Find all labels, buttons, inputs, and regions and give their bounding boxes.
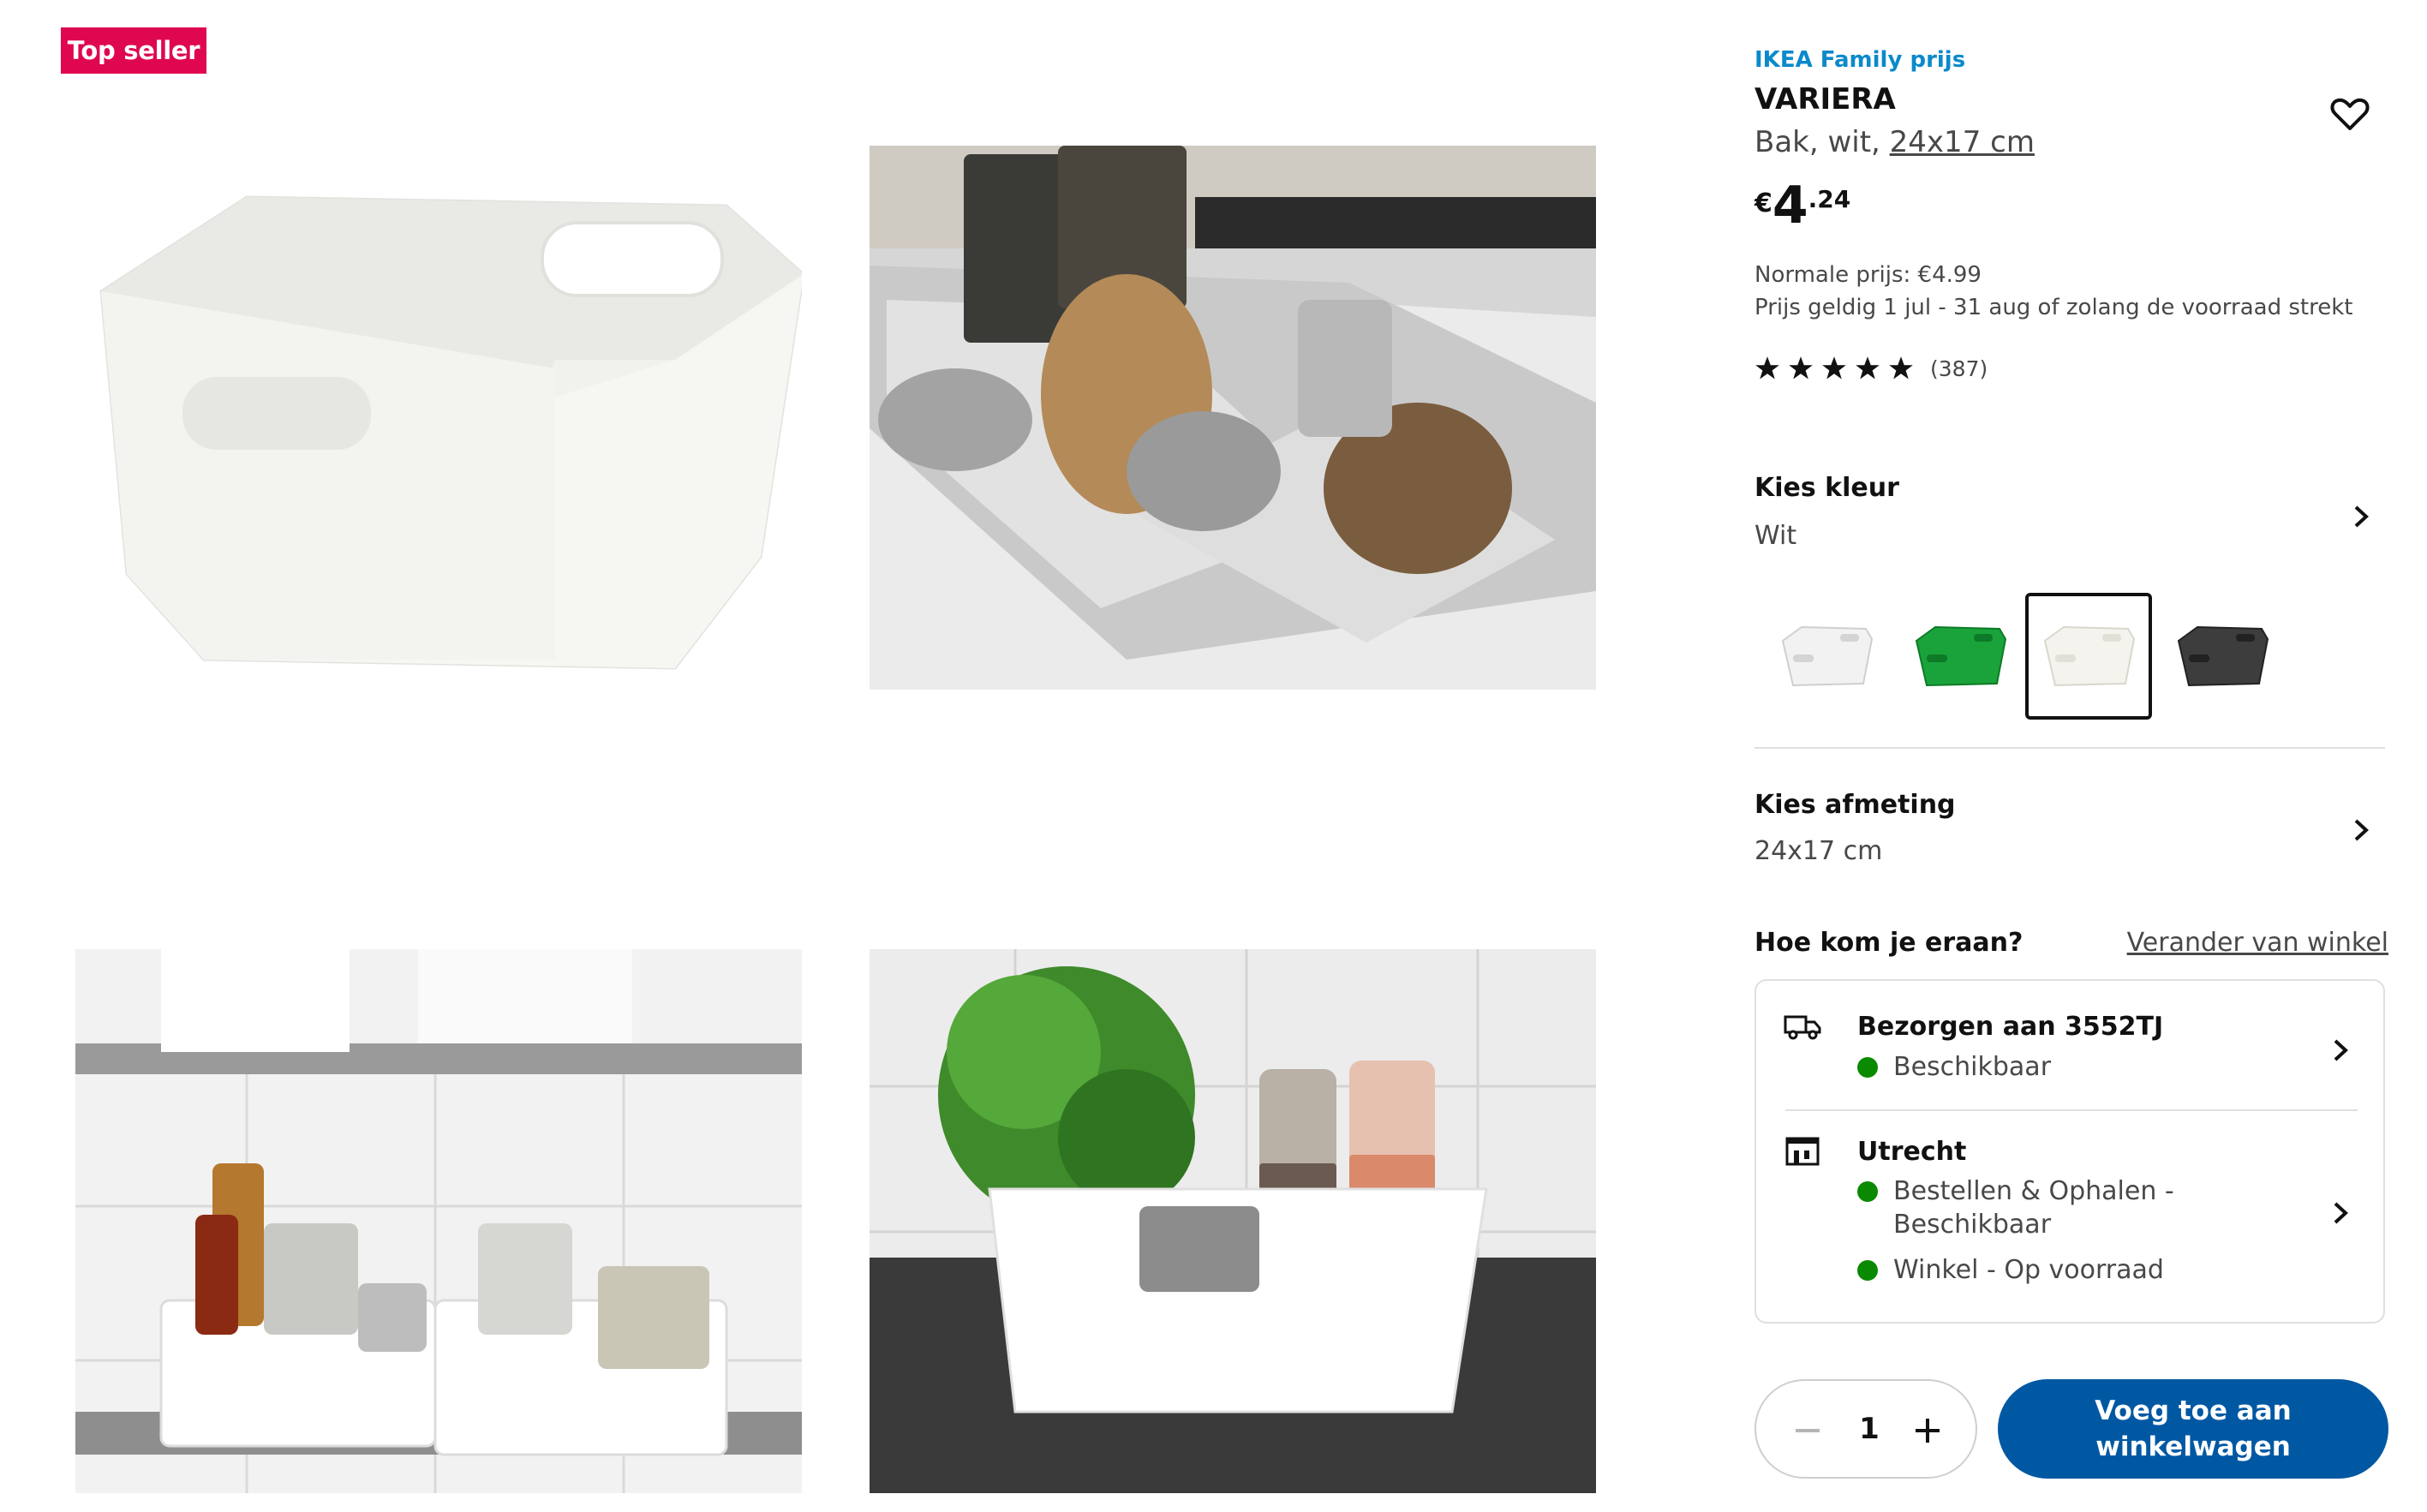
chevron-right-icon[interactable] (2346, 816, 2375, 845)
chevron-right-icon[interactable] (2325, 1036, 2354, 1065)
status-dot-icon (1857, 1057, 1878, 1078)
availability-title: Hoe kom je eraan? (1754, 928, 2023, 958)
price-currency: € (1754, 188, 1772, 218)
divider (1785, 1109, 2358, 1111)
dark-grey-bin-thumb (2177, 625, 2269, 687)
product-info-panel: IKEA Family prijs VARIERA Bak, wit, 24x1… (1754, 0, 2388, 1512)
store-stock-status: Winkel - Op voorraad (1857, 1255, 2164, 1285)
divider (1754, 747, 2385, 749)
shelf-illustration (75, 949, 802, 1493)
status-dot-icon (1857, 1260, 1878, 1281)
store-line2: Winkel - Op voorraad (1893, 1255, 2164, 1285)
top-seller-badge: Top seller (61, 27, 206, 74)
swatch-off-white[interactable] (2025, 593, 2152, 720)
add-to-cart-button[interactable]: Voeg toe aan winkelwagen (1998, 1379, 2388, 1479)
favourite-heart-icon[interactable] (2328, 93, 2371, 135)
family-price-label: IKEA Family prijs (1754, 47, 1966, 73)
herbs-illustration (870, 949, 1596, 1493)
product-desc-prefix: Bak, wit, (1754, 125, 1890, 159)
status-dot-icon (1857, 1181, 1878, 1202)
drawer-illustration (870, 146, 1596, 690)
quantity-value[interactable]: 1 (1852, 1412, 1886, 1446)
product-size-link[interactable]: 24x17 cm (1890, 125, 2035, 159)
shelf-with-bins-photo[interactable] (75, 949, 802, 1493)
price-validity: Prijs geldig 1 jul - 31 aug of zolang de… (1754, 295, 2353, 320)
bin-with-herbs-photo[interactable] (870, 949, 1596, 1493)
delivery-title[interactable]: Bezorgen aan 3552TJ (1857, 1012, 2163, 1042)
store-title[interactable]: Utrecht (1857, 1137, 1966, 1167)
store-click-collect-status: Bestellen & Ophalen - Beschikbaar (1857, 1176, 2174, 1240)
chevron-right-icon[interactable] (2346, 502, 2375, 531)
star-icon (1889, 356, 1913, 379)
choose-size-value: 24x17 cm (1754, 836, 1883, 866)
product-description: Bak, wit, 24x17 cm (1754, 125, 2035, 159)
star-icon (1822, 356, 1846, 379)
white-bin-illustration (75, 146, 802, 690)
delivery-truck-icon (1784, 1015, 1821, 1040)
plus-icon[interactable] (1910, 1413, 1945, 1448)
drawer-with-bins-photo[interactable] (870, 146, 1596, 690)
store-line1b: Beschikbaar (1893, 1210, 2052, 1240)
delivery-status-text: Beschikbaar (1893, 1052, 2052, 1082)
product-name: VARIERA (1754, 82, 1896, 117)
product-price: € 4 .24 (1754, 180, 1850, 231)
white-bin-thumb (1781, 625, 1874, 687)
delivery-status: Beschikbaar (1857, 1052, 2051, 1082)
star-icon (1856, 356, 1880, 379)
off-white-bin-thumb (2043, 625, 2136, 687)
availability-box: Bezorgen aan 3552TJ Beschikbaar Utrecht … (1754, 979, 2385, 1324)
quantity-stepper: 1 (1754, 1379, 1977, 1479)
change-store-link[interactable]: Verander van winkel (2127, 928, 2388, 958)
price-decimals: .24 (1808, 185, 1851, 213)
normal-price: Normale prijs: €4.99 (1754, 262, 1982, 288)
swatch-green[interactable] (1897, 593, 2023, 720)
rating[interactable]: (387) (1754, 356, 1988, 381)
white-bin-product-photo[interactable] (75, 146, 802, 690)
store-building-icon (1785, 1137, 1820, 1166)
swatch-dark-grey[interactable] (2159, 593, 2286, 720)
star-icon (1755, 356, 1779, 379)
swatch-white[interactable] (1763, 593, 1890, 720)
price-integer: 4 (1772, 176, 1808, 236)
green-bin-thumb (1915, 625, 2007, 687)
minus-icon[interactable] (1790, 1413, 1825, 1448)
choose-color-value: Wit (1754, 521, 1797, 551)
star-icon (1789, 356, 1813, 379)
chevron-right-icon[interactable] (2325, 1198, 2354, 1228)
choose-color-title[interactable]: Kies kleur (1754, 473, 1899, 503)
store-line1a: Bestellen & Ophalen - (1893, 1176, 2174, 1206)
rating-count: (387) (1930, 356, 1988, 381)
choose-size-title[interactable]: Kies afmeting (1754, 790, 1956, 820)
